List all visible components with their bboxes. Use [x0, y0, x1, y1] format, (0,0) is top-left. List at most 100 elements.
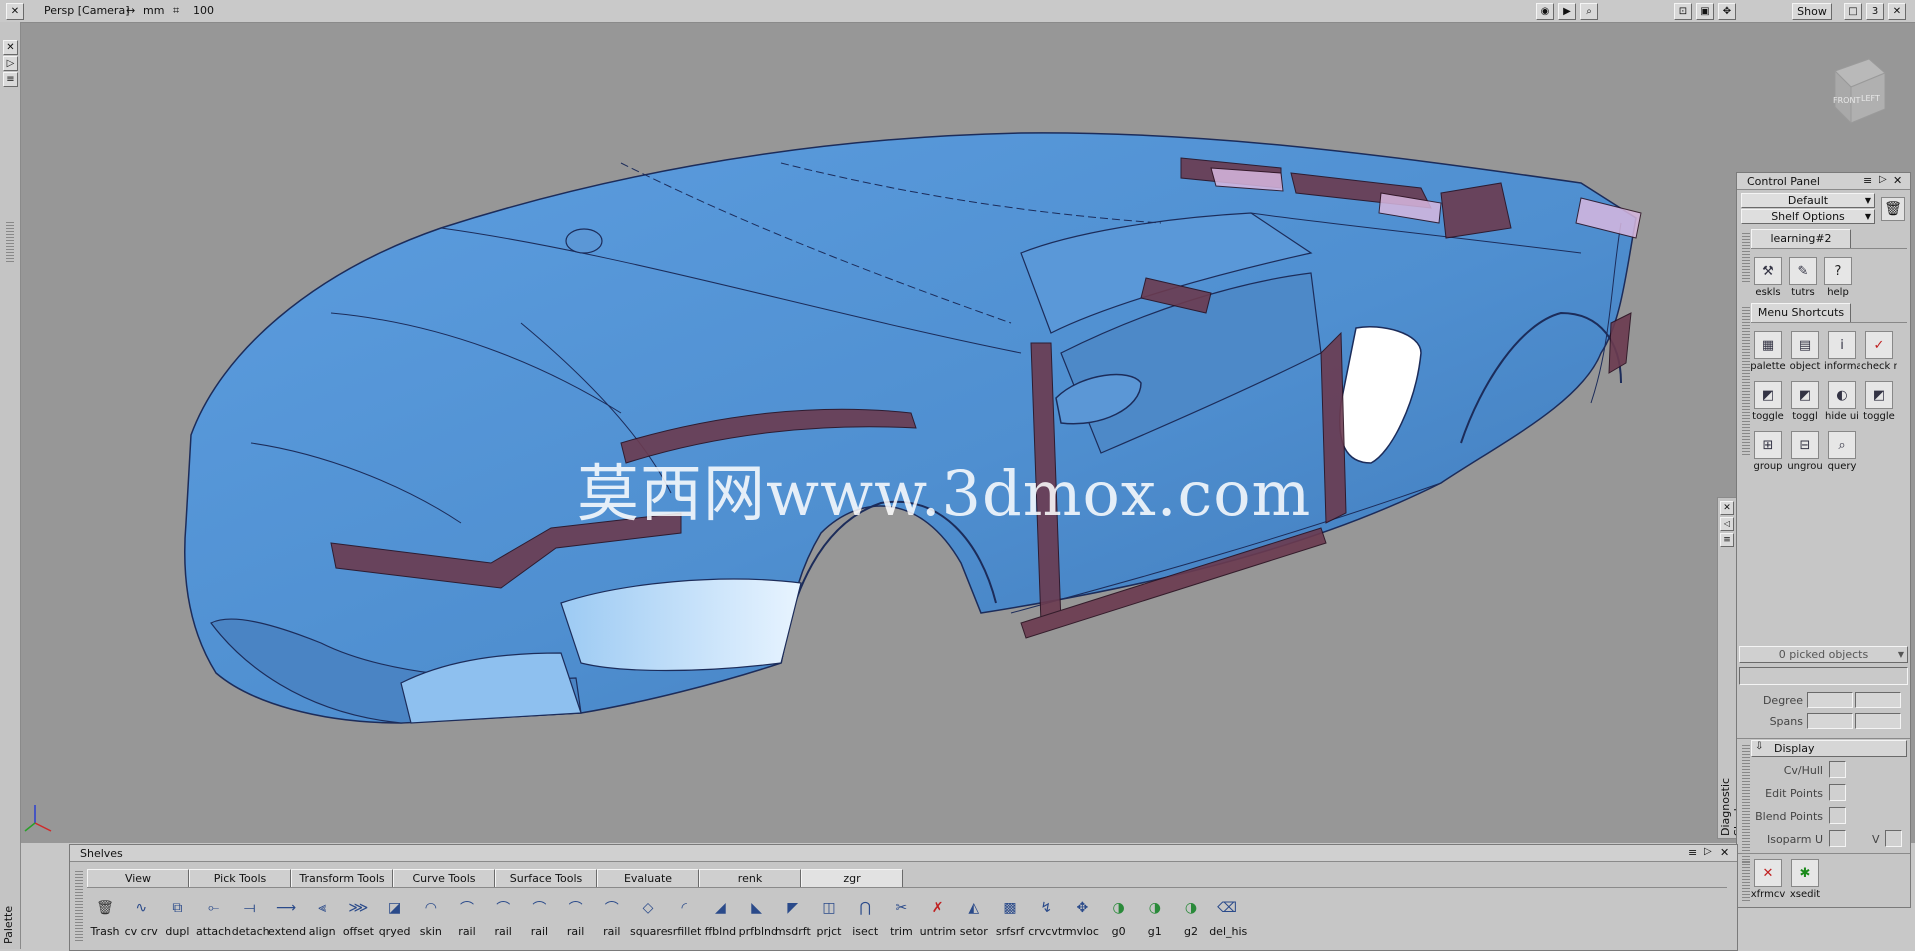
- diagnostic-menu-button[interactable]: ≡: [1720, 533, 1734, 547]
- shortcut-button-group[interactable]: ⊞ group: [1751, 431, 1785, 475]
- shortcut-button-toggle[interactable]: ◩ toggle: [1751, 381, 1785, 425]
- close-icon[interactable]: ✕: [1720, 846, 1729, 859]
- tool-cv-crv[interactable]: ∿ cv crv: [123, 894, 159, 940]
- diagnostic-shade-label[interactable]: Diagnostic Shade: [1719, 748, 1745, 836]
- tool-extend[interactable]: ⟶ extend: [268, 894, 306, 940]
- diagnostic-collapse-button[interactable]: ◁: [1720, 517, 1734, 531]
- tool-rail[interactable]: ⌒ rail: [521, 894, 557, 940]
- tool-mvloc[interactable]: ✥ mvloc: [1064, 894, 1100, 940]
- shelf-button-tutrs[interactable]: ✎ tutrs: [1786, 257, 1820, 301]
- menu-lines-icon[interactable]: ≡: [1863, 174, 1872, 187]
- shelf-button-xsedit[interactable]: ✱ xsedit: [1788, 859, 1822, 903]
- tool-msdrft[interactable]: ◤ msdrft: [775, 894, 811, 940]
- picked-objects-dropdown[interactable]: 0 picked objects ▼: [1739, 646, 1908, 663]
- spans-field-2[interactable]: [1855, 713, 1901, 729]
- tool-attach[interactable]: ⟜ attach: [196, 894, 232, 940]
- triangle-right-icon[interactable]: ▷: [1879, 174, 1887, 185]
- tab-zgr[interactable]: zgr: [801, 869, 903, 888]
- tool-crvcvtr[interactable]: ↯ crvcvtr: [1028, 894, 1066, 940]
- tool-rail[interactable]: ⌒ rail: [485, 894, 521, 940]
- palette-menu-button[interactable]: ≡: [3, 72, 18, 87]
- shelf-grip[interactable]: [1742, 307, 1750, 457]
- diagnostic-close-button[interactable]: ✕: [1720, 501, 1734, 515]
- trash-icon[interactable]: 🗑: [1881, 197, 1905, 221]
- camera-tumble-button[interactable]: ◉: [1536, 3, 1554, 20]
- tool-ffblnd[interactable]: ◢ ffblnd: [702, 894, 738, 940]
- triangle-right-icon[interactable]: ▷: [1704, 846, 1712, 857]
- tool-offset[interactable]: ⋙ offset: [340, 894, 376, 940]
- shelf-options-dropdown[interactable]: Shelf Options ▼: [1741, 209, 1875, 224]
- degree-field-1[interactable]: [1807, 692, 1853, 708]
- preset-dropdown[interactable]: Default ▼: [1741, 193, 1875, 208]
- isoparm-u-checkbox[interactable]: [1829, 830, 1846, 847]
- tool-g2[interactable]: ◑ g2: [1173, 894, 1209, 940]
- section-grip[interactable]: [1742, 745, 1750, 865]
- tool-detach[interactable]: ⟞ detach: [232, 894, 270, 940]
- shelf-grip[interactable]: [1742, 861, 1750, 901]
- tool-srfsrf[interactable]: ▩ srfsrf: [992, 894, 1028, 940]
- tool-rail[interactable]: ⌒ rail: [558, 894, 594, 940]
- camera-dolly-button[interactable]: ▶: [1558, 3, 1576, 20]
- show-menu-button[interactable]: Show: [1792, 3, 1832, 20]
- tool-isect[interactable]: ⋂ isect: [847, 894, 883, 940]
- maximize-view-button[interactable]: ✥: [1718, 3, 1736, 20]
- zoom-button[interactable]: ⌕: [1580, 3, 1598, 20]
- tool-qryed[interactable]: ◪ qryed: [377, 894, 413, 940]
- tool-dupl[interactable]: ⧉ dupl: [159, 894, 195, 940]
- palette-close-button[interactable]: ✕: [3, 40, 18, 55]
- tab-menu-shortcuts[interactable]: Menu Shortcuts: [1751, 303, 1851, 323]
- shelf-button-help[interactable]: ? help: [1821, 257, 1855, 301]
- tool-rail[interactable]: ⌒ rail: [449, 894, 485, 940]
- view-cube[interactable]: [1834, 58, 1886, 125]
- isoparm-v-checkbox[interactable]: [1885, 830, 1902, 847]
- render-view-button[interactable]: ▣: [1696, 3, 1714, 20]
- tool-skin[interactable]: ◠ skin: [413, 894, 449, 940]
- close-view-button[interactable]: ✕: [1888, 3, 1906, 20]
- shortcut-button-query[interactable]: ⌕ query: [1825, 431, 1859, 475]
- shortcut-button-check-r[interactable]: ✓ check r: [1861, 331, 1897, 375]
- tab-learning[interactable]: learning#2: [1751, 229, 1851, 249]
- menu-lines-icon[interactable]: ≡: [1688, 846, 1697, 859]
- shortcut-button-informa[interactable]: i informa: [1824, 331, 1860, 375]
- layout-number-button[interactable]: 3: [1866, 3, 1884, 20]
- shortcut-button-object[interactable]: ▤ object: [1788, 331, 1822, 375]
- shortcut-button-palette[interactable]: ▦ palette: [1750, 331, 1786, 375]
- tool-square[interactable]: ◇ square: [630, 894, 667, 940]
- tab-surface-tools[interactable]: Surface Tools: [495, 869, 597, 888]
- display-section-header[interactable]: ⇩ Display: [1751, 740, 1907, 757]
- shelf-grip[interactable]: [1742, 233, 1750, 283]
- tool-prjct[interactable]: ◫ prjct: [811, 894, 847, 940]
- shortcut-button-toggle[interactable]: ◩ toggle: [1862, 381, 1896, 425]
- tab-view[interactable]: View: [87, 869, 189, 888]
- tool-rail[interactable]: ⌒ rail: [594, 894, 630, 940]
- tool-setor[interactable]: ◭ setor: [956, 894, 992, 940]
- tab-evaluate[interactable]: Evaluate: [597, 869, 699, 888]
- tab-curve-tools[interactable]: Curve Tools: [393, 869, 495, 888]
- shelf-grip[interactable]: [75, 871, 83, 943]
- cv-hull-checkbox[interactable]: [1829, 761, 1846, 778]
- tool-untrim[interactable]: ✗ untrim: [920, 894, 957, 940]
- close-icon[interactable]: ✕: [1893, 174, 1902, 187]
- perspective-viewport[interactable]: FRONT LEFT 莫西网www.3dmox.com: [21, 23, 1915, 843]
- tab-pick-tools[interactable]: Pick Tools: [189, 869, 291, 888]
- palette-resize-grip[interactable]: [6, 222, 14, 262]
- shortcut-button-hide-ui[interactable]: ◐ hide ui: [1825, 381, 1859, 425]
- degree-field-2[interactable]: [1855, 692, 1901, 708]
- palette-expand-button[interactable]: ▷: [3, 56, 18, 71]
- spans-field-1[interactable]: [1807, 713, 1853, 729]
- tool-g0[interactable]: ◑ g0: [1101, 894, 1137, 940]
- edit-points-checkbox[interactable]: [1829, 784, 1846, 801]
- tool-del-his[interactable]: ⌫ del_his: [1209, 894, 1247, 940]
- tool-g1[interactable]: ◑ g1: [1137, 894, 1173, 940]
- palette-label[interactable]: Palette: [2, 884, 18, 944]
- blend-points-checkbox[interactable]: [1829, 807, 1846, 824]
- tab-renk[interactable]: renk: [699, 869, 801, 888]
- tool-prfblnd[interactable]: ◣ prfblnd: [739, 894, 778, 940]
- tool-Trash[interactable]: 🗑 Trash: [87, 894, 123, 940]
- view-options-button[interactable]: ⊡: [1674, 3, 1692, 20]
- tool-align[interactable]: ⫷ align: [304, 894, 340, 940]
- tool-srfillet[interactable]: ◜ srfillet: [666, 894, 702, 940]
- layout-toggle-button[interactable]: □: [1844, 3, 1862, 20]
- shortcut-button-toggl[interactable]: ◩ toggl: [1788, 381, 1822, 425]
- shortcut-button-ungrou[interactable]: ⊟ ungrou: [1787, 431, 1823, 475]
